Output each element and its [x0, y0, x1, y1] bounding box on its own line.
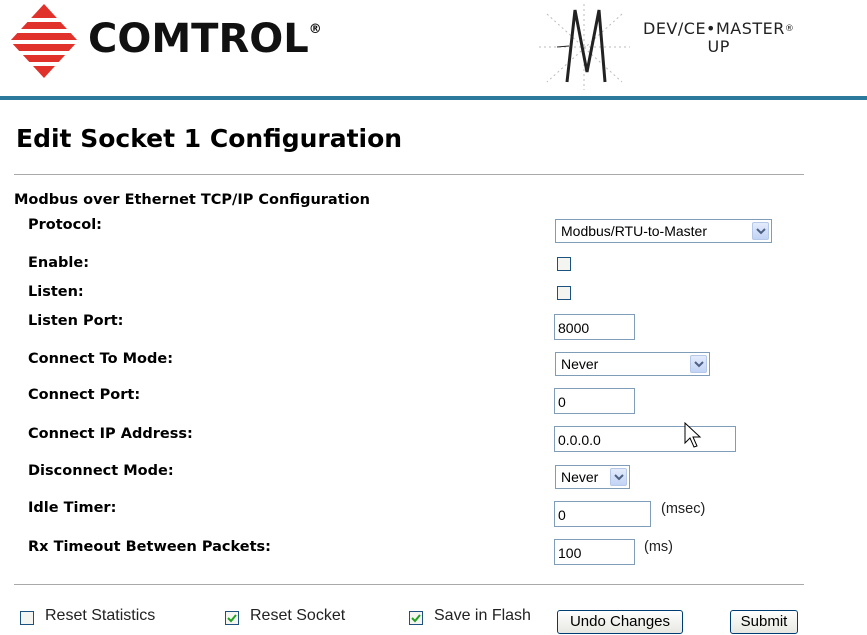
- listen-port-input[interactable]: 8000: [554, 314, 635, 340]
- rx-timeout-value: 100: [558, 545, 582, 561]
- disconnect-mode-label: Disconnect Mode:: [28, 463, 174, 479]
- protocol-select[interactable]: Modbus/RTU-to-Master: [555, 219, 772, 243]
- header-divider: [0, 96, 867, 100]
- rx-timeout-unit: (ms): [644, 539, 673, 555]
- reset-statistics-checkbox[interactable]: [20, 611, 34, 625]
- reset-socket-checkbox[interactable]: [225, 611, 239, 625]
- listen-checkbox[interactable]: [557, 286, 571, 300]
- checkmark-icon: [227, 614, 237, 623]
- reset-socket-label: Reset Socket: [250, 607, 346, 624]
- header: COMTROL® DEV/CE•MASTER® UP: [0, 0, 867, 100]
- idle-timer-unit: (msec): [661, 501, 706, 517]
- dropdown-arrow-icon[interactable]: [752, 222, 769, 240]
- reset-statistics-label: Reset Statistics: [45, 607, 156, 624]
- save-in-flash-checkbox[interactable]: [409, 611, 423, 625]
- connect-ip-input[interactable]: 0.0.0.0: [554, 426, 736, 452]
- checkmark-icon: [411, 614, 421, 623]
- connect-to-mode-label: Connect To Mode:: [28, 351, 174, 367]
- devicemaster-logo-icon: [539, 4, 630, 90]
- submit-button[interactable]: Submit: [730, 610, 798, 634]
- idle-timer-input[interactable]: 0: [554, 501, 651, 527]
- divider: [14, 584, 804, 585]
- protocol-label: Protocol:: [28, 217, 102, 233]
- connect-to-mode-select[interactable]: Never: [555, 352, 710, 376]
- connect-port-label: Connect Port:: [28, 387, 141, 403]
- divider: [14, 174, 804, 175]
- section-title: Modbus over Ethernet TCP/IP Configuratio…: [14, 192, 370, 208]
- listen-port-label: Listen Port:: [28, 313, 124, 329]
- page-title: Edit Socket 1 Configuration: [16, 124, 403, 153]
- dropdown-arrow-icon[interactable]: [690, 355, 707, 373]
- enable-label: Enable:: [28, 255, 89, 271]
- undo-changes-button[interactable]: Undo Changes: [557, 610, 683, 634]
- enable-checkbox[interactable]: [557, 257, 571, 271]
- product-name: DEV/CE•MASTER® UP: [643, 19, 795, 56]
- brand-name: COMTROL®: [88, 16, 322, 62]
- disconnect-mode-select[interactable]: Never: [555, 465, 630, 489]
- connect-ip-label: Connect IP Address:: [28, 426, 193, 442]
- dropdown-arrow-icon[interactable]: [610, 468, 627, 486]
- protocol-value: Modbus/RTU-to-Master: [561, 223, 708, 239]
- idle-timer-value: 0: [558, 507, 566, 523]
- disconnect-mode-value: Never: [561, 469, 599, 485]
- connect-to-mode-value: Never: [561, 356, 599, 372]
- idle-timer-label: Idle Timer:: [28, 500, 117, 516]
- listen-label: Listen:: [28, 284, 84, 300]
- connect-port-input[interactable]: 0: [554, 388, 635, 414]
- rx-timeout-input[interactable]: 100: [554, 539, 635, 565]
- comtrol-logo-icon: [8, 4, 80, 78]
- connect-port-value: 0: [558, 394, 566, 410]
- listen-port-value: 8000: [558, 320, 590, 336]
- mouse-cursor-icon: [684, 422, 702, 448]
- rx-timeout-label: Rx Timeout Between Packets:: [28, 539, 271, 555]
- connect-ip-value: 0.0.0.0: [558, 432, 601, 448]
- save-in-flash-label: Save in Flash: [434, 607, 531, 624]
